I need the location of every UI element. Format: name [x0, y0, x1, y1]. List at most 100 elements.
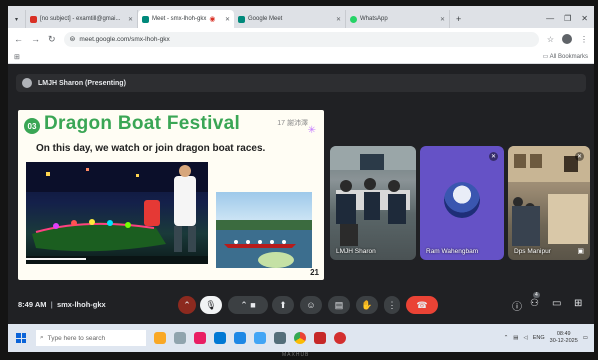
apps-grid-icon[interactable]: ⊞ — [14, 53, 20, 61]
audio-options-chevron-icon[interactable]: ⌃ — [178, 296, 196, 314]
mic-muted-icon: ✕ — [489, 152, 498, 161]
task-view-icon[interactable] — [174, 332, 186, 344]
presenter-avatar — [22, 78, 32, 88]
participant-tile[interactable]: ✕ Ram Wahengbam — [420, 146, 504, 260]
tab-meet-active[interactable]: Meet - smx-lhoh-gkx ◉ ✕ — [138, 10, 234, 28]
minimize-icon[interactable]: — — [546, 14, 554, 23]
app-icon[interactable] — [194, 332, 206, 344]
gmail-icon — [30, 15, 37, 23]
close-icon[interactable]: ✕ — [225, 16, 230, 23]
raise-hand-button[interactable]: ✋ — [356, 296, 378, 314]
meet-stage: LMJH Sharon (Presenting) 03 Dragon Boat … — [8, 64, 594, 320]
meet-icon — [142, 15, 149, 23]
activities-icon[interactable]: ⊞ — [574, 298, 582, 309]
bookmark-star-icon[interactable]: ☆ — [547, 35, 554, 44]
all-bookmarks-link[interactable]: ▭ All Bookmarks — [543, 53, 588, 60]
tab-label: [no subject] - examtill@gmai... — [40, 16, 121, 22]
new-tab-button[interactable]: + — [450, 14, 467, 28]
record-app-icon[interactable] — [334, 332, 346, 344]
recording-icon: ◉ — [209, 16, 216, 23]
meet-icon — [238, 15, 245, 23]
tab-whatsapp[interactable]: WhatsApp ✕ — [346, 10, 450, 28]
captions-button[interactable]: ▤ — [328, 296, 350, 314]
system-tray: ⌃ ▤ ◁ ENG 08:49 30-12-2025 ▭ — [504, 331, 594, 345]
pin-icon[interactable]: ▣ — [577, 247, 584, 255]
app-icon[interactable] — [254, 332, 266, 344]
taskbar-search-box[interactable]: ⌕ Type here to search — [36, 330, 146, 346]
participant-name: Ram Wahengbam — [426, 248, 479, 255]
profile-avatar[interactable] — [562, 34, 572, 44]
slide-subtitle: On this day, we watch or join dragon boa… — [36, 143, 266, 154]
tray-date: 30-12-2025 — [549, 338, 578, 344]
camera-button[interactable]: ⌃ ■ — [228, 296, 268, 314]
close-icon[interactable]: ✕ — [440, 16, 445, 23]
reload-icon[interactable]: ↻ — [48, 34, 56, 45]
pdf-app-icon[interactable] — [314, 332, 326, 344]
url-text: meet.google.com/smx-lhoh-gkx — [79, 35, 170, 43]
meeting-info-icon[interactable]: ⓘ — [512, 298, 522, 313]
dragon-boat-night-photo — [26, 162, 208, 264]
chevron-up-icon[interactable]: ⌃ — [504, 335, 509, 341]
tab-label: Google Meet — [248, 16, 283, 22]
presenter-banner: LMJH Sharon (Presenting) — [16, 74, 586, 92]
volume-icon[interactable]: ◁ — [524, 335, 528, 341]
whatsapp-icon — [350, 15, 357, 23]
leave-call-button[interactable]: ☎ — [406, 296, 438, 314]
slide-author-label: 17 謝沛澤 — [277, 120, 308, 127]
menu-icon[interactable]: ⋮ — [580, 35, 588, 44]
close-icon[interactable]: ✕ — [336, 16, 341, 23]
screen: ▾ [no subject] - examtill@gmai... ✕ Meet… — [8, 6, 594, 352]
tab-gmail[interactable]: [no subject] - examtill@gmai... ✕ — [26, 10, 138, 28]
toolbar-actions: ☆ ⋮ — [547, 34, 588, 44]
slide-title: Dragon Boat Festival — [44, 113, 241, 134]
edge-icon[interactable] — [214, 332, 226, 344]
tab-google-meet[interactable]: Google Meet ✕ — [234, 10, 346, 28]
chat-icon[interactable]: ▭ — [552, 298, 561, 309]
participant-name: Dps Manipur — [514, 248, 551, 255]
shared-slide[interactable]: 03 Dragon Boat Festival 17 謝沛澤 ✳ On this… — [18, 110, 324, 280]
close-icon[interactable]: ✕ — [128, 16, 133, 23]
site-info-icon[interactable]: ⊜ — [70, 35, 76, 43]
present-screen-button[interactable]: ⬆ — [272, 296, 294, 314]
file-explorer-icon[interactable] — [274, 332, 286, 344]
more-options-button[interactable]: ⋮ — [384, 296, 400, 314]
people-icon[interactable]: 4 ⚇ — [530, 292, 540, 309]
back-icon[interactable]: ← — [14, 34, 23, 44]
windows-taskbar: ⌕ Type here to search ⌃ ▤ ◁ ENG 08:49 30… — [8, 324, 594, 352]
notification-icon[interactable]: ▭ — [583, 335, 588, 341]
dragon-boat-day-photo — [216, 192, 312, 268]
browser-tab-strip: ▾ [no subject] - examtill@gmai... ✕ Meet… — [8, 6, 594, 28]
input-language[interactable]: ENG — [533, 335, 545, 341]
browser-toolbar: ← → ↻ ⊜ meet.google.com/smx-lhoh-gkx ☆ ⋮ — [8, 28, 594, 50]
close-window-icon[interactable]: ✕ — [581, 14, 588, 23]
presenter-label: LMJH Sharon (Presenting) — [38, 79, 126, 87]
windows-start-icon[interactable] — [16, 333, 26, 343]
reactions-button[interactable]: ☺ — [300, 296, 322, 314]
store-icon[interactable] — [234, 332, 246, 344]
tray-clock[interactable]: 08:49 30-12-2025 — [550, 331, 578, 345]
forward-icon[interactable]: → — [31, 34, 40, 44]
participant-count-badge: 4 — [533, 292, 540, 298]
participant-tile[interactable]: ✕ Dps Manipur ▣ — [508, 146, 590, 260]
address-bar[interactable]: ⊜ meet.google.com/smx-lhoh-gkx — [63, 31, 539, 47]
participant-name: LMJH Sharon — [336, 248, 376, 255]
participant-tile[interactable]: LMJH Sharon — [330, 146, 416, 260]
chrome-icon[interactable] — [294, 332, 306, 344]
network-icon[interactable]: ▤ — [513, 335, 518, 341]
search-icon: ⌕ — [40, 334, 44, 341]
tab-label: WhatsApp — [360, 16, 388, 22]
bookmarks-bar: ⊞ ▭ All Bookmarks — [8, 50, 594, 64]
slide-number-badge: 03 — [24, 118, 40, 134]
tab-search-button[interactable]: ▾ — [8, 10, 26, 28]
meeting-clock: 8:49 AM | smx-lhoh-gkx — [18, 300, 106, 309]
maximize-icon[interactable]: ❐ — [564, 14, 571, 23]
meeting-time: 8:49 AM — [18, 300, 47, 309]
monitor-brand-label: MAXHUB — [282, 352, 310, 358]
mic-off-button[interactable]: 🎙 — [200, 296, 222, 314]
widgets-icon[interactable] — [154, 332, 166, 344]
participant-avatar — [444, 182, 480, 218]
mic-muted-icon: ✕ — [575, 152, 584, 161]
window-controls: — ❐ ✕ — [540, 14, 594, 28]
taskbar-search-placeholder: Type here to search — [47, 334, 106, 342]
slide-page-number: 21 — [310, 268, 319, 277]
